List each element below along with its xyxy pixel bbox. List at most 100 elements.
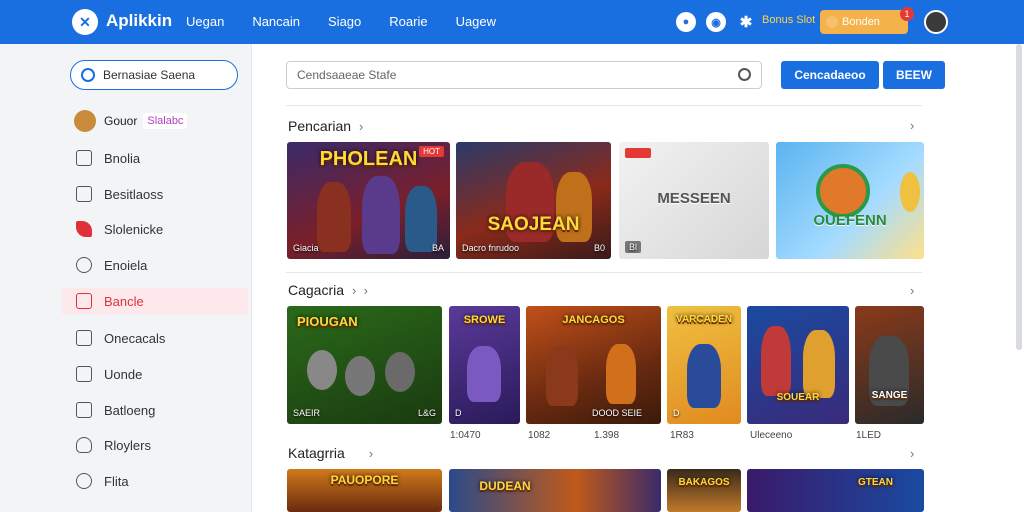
game-price: 1082 bbox=[528, 430, 551, 441]
app-logo-icon[interactable]: ✕ bbox=[72, 9, 98, 35]
chevron-right-icon: › bbox=[359, 118, 364, 134]
game-title: SROWE bbox=[463, 314, 506, 326]
game-price: 1:0470 bbox=[450, 430, 481, 441]
app-brand[interactable]: Aplikkin bbox=[106, 11, 172, 31]
game-card[interactable]: PHOLEAN HOT Giacia BA bbox=[287, 142, 450, 259]
game-caption: SAEIR bbox=[293, 408, 321, 418]
game-card[interactable]: PIOUGAN SAEIR L&G bbox=[287, 306, 442, 424]
promo-text[interactable]: Bonus Slot bbox=[762, 14, 815, 26]
primary-button[interactable]: Cencadaeoo bbox=[781, 61, 879, 89]
game-card[interactable]: JANCAGOS DOOD SEIE bbox=[526, 306, 661, 424]
sidebar-item-label: Rloylers bbox=[104, 437, 151, 453]
game-card[interactable]: SANGE bbox=[855, 306, 924, 424]
game-caption: Giacia bbox=[293, 243, 319, 253]
game-card[interactable]: BAKAGOS bbox=[667, 469, 741, 512]
sidebar-search-value: Bernasiae Saena bbox=[103, 68, 196, 82]
game-title: SANGE bbox=[871, 390, 908, 401]
game-card[interactable]: PAUOPORE bbox=[287, 469, 442, 512]
gift-icon bbox=[76, 402, 92, 418]
sidebar-item-label: Uonde bbox=[104, 366, 143, 382]
nav-item-5[interactable]: Uagew bbox=[456, 14, 496, 29]
tag-icon bbox=[76, 293, 92, 309]
sun-icon bbox=[900, 172, 920, 212]
rocket-icon bbox=[76, 221, 92, 237]
game-caption: DOOD SEIE bbox=[592, 408, 643, 418]
game-emblem-icon bbox=[816, 164, 870, 218]
character-image bbox=[307, 350, 337, 390]
section-more-1[interactable]: › bbox=[910, 118, 914, 133]
circle-icon bbox=[76, 257, 92, 273]
game-card[interactable]: OUEFENN bbox=[776, 142, 924, 259]
main-search-placeholder: Cendsaaeae Stafe bbox=[297, 68, 397, 82]
account-button[interactable]: Bonden bbox=[820, 10, 908, 34]
section-title-2[interactable]: Cagacria › › bbox=[288, 282, 368, 298]
game-title: SAOJEAN bbox=[487, 214, 580, 235]
game-card[interactable]: GTEAN bbox=[747, 469, 924, 512]
settings-icon[interactable]: ✱ bbox=[736, 12, 756, 32]
sidebar-item-label: Slolenicke bbox=[104, 221, 164, 237]
sidebar-item-2[interactable]: Besitlaoss bbox=[76, 181, 246, 207]
sidebar-item-10[interactable]: Flita bbox=[76, 468, 246, 494]
game-card[interactable]: SOUEAR bbox=[747, 306, 849, 424]
section-title-text: Cagacria bbox=[288, 282, 345, 298]
home-icon bbox=[76, 150, 92, 166]
nav-item-2[interactable]: Nancain bbox=[252, 14, 300, 29]
sidebar-item-6[interactable]: Onecacals bbox=[76, 325, 246, 351]
avatar bbox=[74, 110, 96, 132]
game-title: BAKAGOS bbox=[678, 477, 730, 488]
chat-icon[interactable]: ◉ bbox=[706, 12, 726, 32]
game-card[interactable]: VARCADEN D bbox=[667, 306, 741, 424]
section-title-text: Katagrria bbox=[288, 445, 345, 461]
search-icon[interactable] bbox=[738, 68, 751, 81]
sidebar-item-label: Besitlaoss bbox=[104, 186, 164, 202]
section-title-text: Pencarian bbox=[288, 118, 352, 134]
nav-item-1[interactable]: Uegan bbox=[186, 14, 224, 29]
nav-item-3[interactable]: Siago bbox=[328, 14, 361, 29]
divider bbox=[286, 272, 922, 273]
user-avatar[interactable] bbox=[924, 10, 948, 34]
scrollbar[interactable] bbox=[1016, 44, 1022, 350]
game-caption: Dacro fnrudoo bbox=[462, 243, 520, 253]
game-card[interactable]: MESSEEN Bl bbox=[619, 142, 769, 259]
game-card[interactable]: DUDEAN bbox=[449, 469, 661, 512]
sidebar-item-9[interactable]: Rloylers bbox=[76, 432, 246, 458]
game-title: VARCADEN bbox=[676, 314, 732, 325]
character-image bbox=[803, 330, 835, 398]
section-more-2[interactable]: › bbox=[910, 283, 914, 298]
game-title: SOUEAR bbox=[776, 392, 820, 403]
sidebar-item-label: Bancle bbox=[104, 293, 144, 309]
sidebar-search-input[interactable]: Bernasiae Saena bbox=[70, 60, 238, 90]
game-price: 1LED bbox=[856, 430, 882, 441]
sidebar-item-label: Bnolia bbox=[104, 150, 141, 166]
game-card[interactable]: SAOJEAN Dacro fnrudoo B0 bbox=[456, 142, 611, 259]
chevron-right-icon: › bbox=[368, 445, 374, 461]
section-title-3[interactable]: Katagrria › bbox=[288, 445, 373, 461]
user-status: Slalabc bbox=[143, 113, 188, 129]
coin-icon bbox=[826, 16, 838, 28]
section-title-1[interactable]: Pencarian › bbox=[288, 118, 363, 134]
sidebar-item-4[interactable]: Enoiela bbox=[76, 252, 246, 278]
secondary-button[interactable]: BEEW bbox=[883, 61, 945, 89]
check-icon bbox=[76, 366, 92, 382]
grid-icon bbox=[76, 330, 92, 346]
character-image bbox=[687, 344, 721, 408]
game-meta: B0 bbox=[593, 243, 605, 253]
game-card[interactable]: SROWE D bbox=[449, 306, 520, 424]
main-search-input[interactable]: Cendsaaeae Stafe bbox=[286, 61, 762, 89]
character-image bbox=[385, 352, 415, 392]
sidebar-item-8[interactable]: Batloeng bbox=[76, 397, 246, 423]
sidebar-item-3[interactable]: Slolenicke bbox=[76, 216, 246, 242]
section-more-3[interactable]: › bbox=[910, 446, 914, 461]
chevron-right-icon: › › bbox=[352, 282, 368, 298]
notification-badge[interactable]: 1 bbox=[900, 7, 914, 21]
sidebar: Bernasiae Saena Gouor Slalabc Bnolia Bes… bbox=[0, 44, 252, 512]
nav-item-4[interactable]: Roarie bbox=[389, 14, 427, 29]
new-badge bbox=[625, 148, 651, 158]
sidebar-item-7[interactable]: Uonde bbox=[76, 361, 246, 387]
sidebar-item-5[interactable]: Bancle bbox=[62, 288, 248, 314]
character-image bbox=[546, 346, 578, 406]
user-profile[interactable]: Gouor Slalabc bbox=[74, 110, 188, 132]
user-group-icon[interactable]: ● bbox=[676, 12, 696, 32]
sidebar-item-1[interactable]: Bnolia bbox=[76, 145, 246, 171]
character-image bbox=[467, 346, 501, 402]
